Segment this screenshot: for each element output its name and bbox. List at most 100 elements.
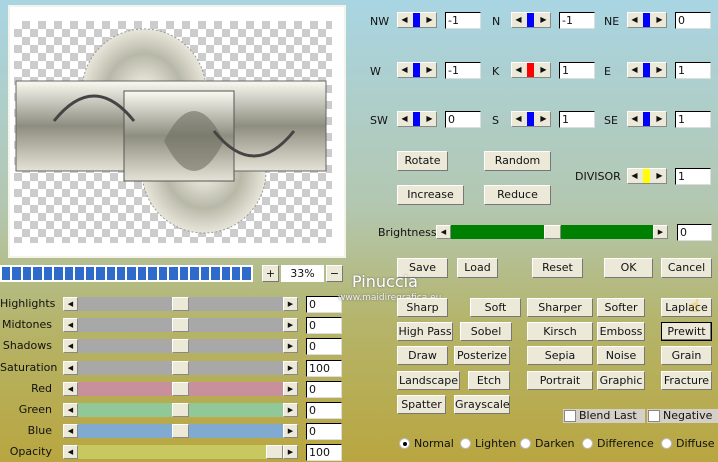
filter-button-softer[interactable]: Softer [597,298,645,317]
arrow-right-icon[interactable]: ▶ [423,63,436,77]
matrix-slider[interactable]: ◀ ▶ [627,111,667,127]
arrow-left-icon[interactable]: ◀ [512,13,525,27]
ok-button[interactable]: OK [604,258,653,278]
filter-button-portrait[interactable]: Portrait [527,371,593,390]
adjust-slider[interactable]: ◀ ▶ [63,339,298,354]
filter-button-laplace[interactable]: Laplace [661,298,712,317]
adjust-input[interactable]: 0 [306,338,342,356]
adjust-input[interactable]: 0 [306,402,342,419]
arrow-left-icon[interactable]: ◀ [512,63,525,77]
matrix-input[interactable]: 1 [559,111,595,128]
divisor-input[interactable]: 1 [675,168,711,185]
radio-circle[interactable] [520,438,531,449]
arrow-right-icon[interactable]: ▶ [653,13,666,27]
adjust-slider[interactable]: ◀ ▶ [63,297,298,311]
arrow-right-icon[interactable]: ▶ [283,360,298,375]
filter-button-graphic[interactable]: Graphic [597,371,645,390]
matrix-input[interactable]: 0 [675,12,711,29]
rotate-button[interactable]: Rotate [397,151,448,171]
slider-thumb[interactable] [172,403,189,417]
random-button[interactable]: Random [484,151,551,171]
reduce-button[interactable]: Reduce [484,185,551,205]
arrow-right-icon[interactable]: ▶ [283,339,298,354]
arrow-left-icon[interactable]: ◀ [63,424,78,439]
matrix-thumb[interactable] [643,112,650,126]
arrow-left-icon[interactable]: ◀ [63,360,78,375]
arrow-right-icon[interactable]: ▶ [283,445,298,460]
arrow-right-icon[interactable]: ▶ [537,13,550,27]
arrow-left-icon[interactable]: ◀ [63,445,78,460]
matrix-slider[interactable]: ◀ ▶ [397,111,437,127]
filter-button-fracture[interactable]: Fracture [661,371,712,390]
matrix-thumb[interactable] [527,112,534,126]
cancel-button[interactable]: Cancel [661,258,712,278]
adjust-slider[interactable]: ◀ ▶ [63,318,298,333]
arrow-right-icon[interactable]: ▶ [537,63,550,77]
arrow-left-icon[interactable]: ◀ [398,63,411,77]
matrix-slider[interactable]: ◀ ▶ [511,111,551,127]
matrix-thumb[interactable] [643,13,650,27]
adjust-slider[interactable]: ◀ ▶ [63,381,298,396]
radio-circle[interactable] [661,438,672,449]
slider-thumb[interactable] [172,424,189,439]
filter-button-prewitt[interactable]: Prewitt [661,322,712,341]
adjust-input[interactable]: 0 [306,380,342,398]
matrix-slider[interactable]: ◀ ▶ [627,12,667,28]
checkbox-box[interactable] [564,410,576,422]
checkbox-blend-last[interactable]: Blend Last [563,409,645,423]
arrow-right-icon[interactable]: ▶ [283,381,298,396]
filter-button-kirsch[interactable]: Kirsch [527,322,593,341]
load-button[interactable]: Load [457,258,498,278]
filter-button-soft[interactable]: Soft [470,298,521,317]
radio-difference[interactable]: Difference [582,437,654,450]
matrix-thumb[interactable] [527,13,534,27]
arrow-left-icon[interactable]: ◀ [63,318,78,333]
radio-circle[interactable] [399,438,410,449]
filter-button-high-pass[interactable]: High Pass [397,322,453,341]
slider-thumb[interactable] [172,360,189,375]
radio-normal[interactable]: Normal [399,437,454,450]
zoom-in-button[interactable]: + [262,265,279,282]
adjust-input[interactable]: 100 [306,444,342,462]
arrow-right-icon[interactable]: ▶ [537,112,550,126]
matrix-input[interactable]: 1 [675,62,711,79]
slider-thumb[interactable] [172,297,189,311]
filter-button-posterize[interactable]: Posterize [454,346,510,365]
arrow-left-icon[interactable]: ◀ [398,13,411,27]
matrix-thumb[interactable] [413,112,420,126]
matrix-slider[interactable]: ◀ ▶ [397,62,437,78]
matrix-input[interactable]: 1 [559,62,595,79]
matrix-input[interactable]: 1 [675,111,711,128]
arrow-right-icon[interactable]: ▶ [653,112,666,126]
matrix-slider[interactable]: ◀ ▶ [511,12,551,28]
filter-button-landscape[interactable]: Landscape [397,371,460,390]
checkbox-negative[interactable]: Negative [647,409,718,423]
adjust-slider[interactable]: ◀ ▶ [63,360,298,375]
matrix-thumb[interactable] [527,63,534,77]
brightness-slider[interactable]: ◀ ▶ [436,225,668,239]
arrow-left-icon[interactable]: ◀ [628,169,641,183]
filter-button-sharper[interactable]: Sharper [527,298,593,317]
matrix-slider[interactable]: ◀ ▶ [627,62,667,78]
filter-button-sepia[interactable]: Sepia [527,346,593,365]
adjust-slider[interactable]: ◀ ▶ [63,424,298,439]
arrow-left-icon[interactable]: ◀ [63,403,78,417]
slider-thumb[interactable] [266,445,283,460]
radio-circle[interactable] [460,438,471,449]
filter-button-grain[interactable]: Grain [661,346,712,365]
checkbox-box[interactable] [648,410,660,422]
slider-thumb[interactable] [172,381,189,396]
adjust-slider[interactable]: ◀ ▶ [63,403,298,417]
increase-button[interactable]: Increase [397,185,464,205]
brightness-input[interactable]: 0 [677,224,712,241]
radio-darken[interactable]: Darken [520,437,574,450]
adjust-input[interactable]: 0 [306,317,342,335]
arrow-left-icon[interactable]: ◀ [63,297,78,311]
divisor-thumb[interactable] [643,169,650,183]
reset-button[interactable]: Reset [532,258,583,278]
arrow-right-icon[interactable]: ▶ [653,169,666,183]
matrix-thumb[interactable] [643,63,650,77]
matrix-input[interactable]: -1 [559,12,595,29]
arrow-right-icon[interactable]: ▶ [653,225,668,239]
matrix-thumb[interactable] [413,13,420,27]
